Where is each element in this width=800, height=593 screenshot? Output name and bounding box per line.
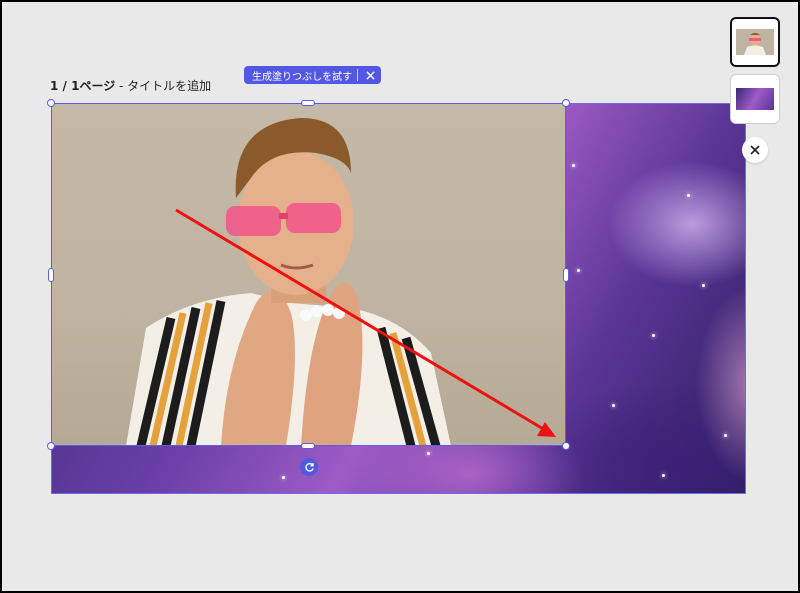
galaxy-thumbnail	[736, 88, 774, 110]
portrait-thumbnail	[736, 29, 774, 55]
page-thumbnail-galaxy[interactable]	[730, 74, 780, 124]
close-icon[interactable]	[742, 137, 768, 163]
page-thumbnail-portrait[interactable]	[730, 17, 780, 67]
annotation-arrow	[175, 208, 556, 437]
